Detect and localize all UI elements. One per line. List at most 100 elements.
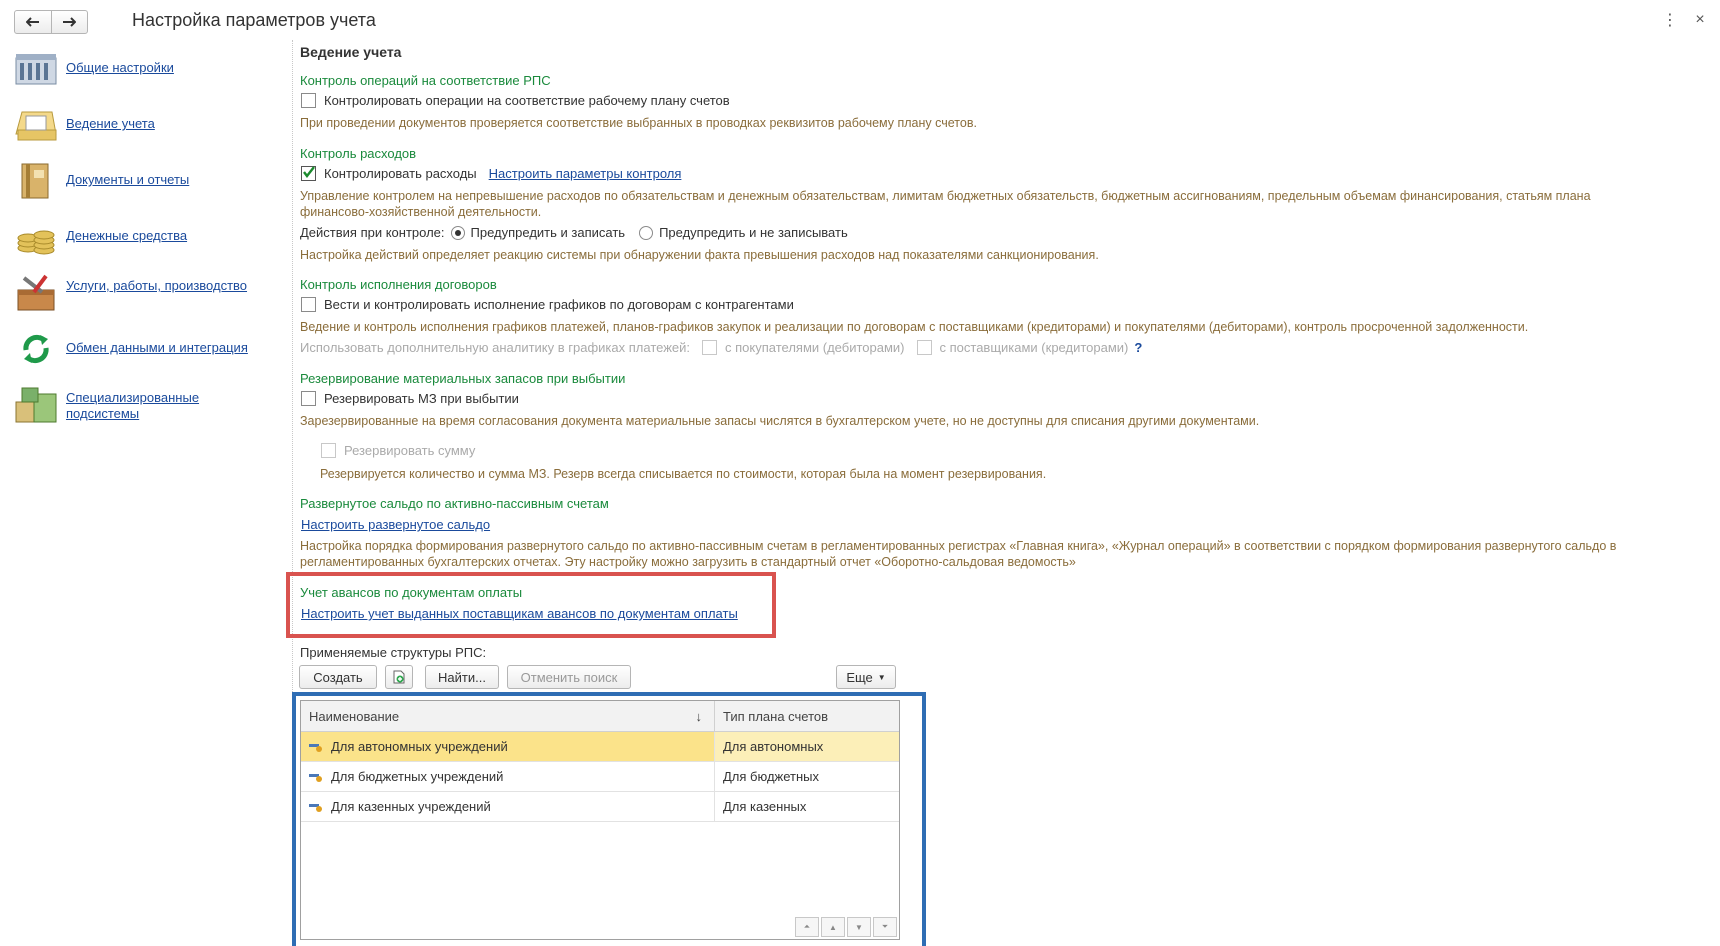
sidebar-item-money[interactable]: Денежные средства: [12, 216, 266, 258]
sync-icon: [23, 334, 49, 364]
sidebar-item-label[interactable]: Услуги, работы, производство: [66, 278, 266, 294]
column-label: Наименование: [309, 708, 400, 724]
catalog-item-icon: [309, 743, 322, 752]
sidebar-item-label[interactable]: Общие настройки: [66, 60, 266, 76]
scroll-down-icon[interactable]: ▼: [847, 917, 871, 937]
group-title-expenses: Контроль расходов: [300, 146, 417, 161]
chevron-down-icon: ▼: [877, 672, 886, 682]
group-title-rps: Контроль операций на соответствие РПС: [300, 73, 551, 88]
reserve-sum-row[interactable]: Резервировать сумму: [321, 443, 475, 458]
contract-control-checkbox-row[interactable]: Вести и контролировать исполнение график…: [301, 297, 794, 312]
sort-icon: ↓: [695, 708, 703, 724]
reserve-checkbox[interactable]: [301, 391, 316, 406]
expense-control-checkbox[interactable]: [301, 166, 316, 181]
contract-control-checkbox[interactable]: [301, 297, 316, 312]
cell-name: Для автономных учреждений: [301, 732, 715, 761]
red-highlight-box: [286, 572, 776, 638]
catalog-item-icon: [309, 803, 322, 812]
sidebar-item-label[interactable]: Специализированные подсистемы: [66, 390, 266, 422]
buyers-checkbox[interactable]: [702, 340, 718, 355]
building-icon: [15, 54, 57, 85]
reserve-checkbox-row[interactable]: Резервировать МЗ при выбытии: [301, 391, 519, 406]
checkbox-label: Резервировать сумму: [344, 443, 476, 458]
table-row[interactable]: Для автономных учреждений Для автономных: [301, 732, 899, 762]
sidebar-item-services[interactable]: Услуги, работы, производство: [12, 272, 266, 314]
configure-control-link[interactable]: Настроить параметры контроля: [489, 166, 682, 181]
more-vertical-icon[interactable]: ⋮: [1660, 10, 1680, 30]
table-row[interactable]: Для казенных учреждений Для казенных: [301, 792, 899, 822]
boxes-icon: [15, 387, 57, 423]
radio-label[interactable]: Предупредить и не записывать: [659, 225, 848, 240]
structures-label: Применяемые структуры РПС:: [300, 645, 487, 660]
scroll-up-icon[interactable]: ▲: [821, 917, 845, 937]
cell-type: Для казенных: [723, 799, 807, 814]
table-row[interactable]: Для бюджетных учреждений Для бюджетных: [301, 762, 899, 792]
create-button[interactable]: Создать: [299, 665, 377, 689]
column-label: Тип плана счетов: [723, 708, 829, 724]
sidebar-item-general[interactable]: Общие настройки: [12, 48, 266, 90]
section-heading: Ведение учета: [300, 44, 402, 60]
cell-text: Для автономных учреждений: [331, 739, 508, 754]
actions-label: Действия при контроле:: [300, 225, 445, 240]
add-document-icon: [393, 670, 405, 684]
cell-name: Для бюджетных учреждений: [301, 762, 715, 791]
cell-type: Для автономных: [715, 732, 899, 761]
group-title-reserve: Резервирование материальных запасов при …: [300, 371, 626, 386]
window-title: Настройка параметров учета: [132, 10, 376, 30]
coins-icon: [17, 230, 55, 255]
book-icon: [21, 163, 49, 199]
sidebar-item-accounting[interactable]: Ведение учета: [12, 104, 266, 146]
radio-label[interactable]: Предупредить и записать: [471, 225, 626, 240]
group-title-contracts: Контроль исполнения договоров: [300, 277, 497, 292]
reserve-sum-checkbox[interactable]: [321, 443, 336, 458]
help-icon[interactable]: ?: [1134, 340, 1142, 355]
sidebar-item-label[interactable]: Ведение учета: [66, 116, 266, 132]
toolbox-icon: [17, 274, 55, 311]
checkmark-icon: [303, 166, 315, 178]
checkbox-label: Вести и контролировать исполнение график…: [324, 297, 794, 312]
arrow-left-icon[interactable]: [15, 11, 51, 33]
cell-text: Для бюджетных учреждений: [331, 769, 504, 784]
cell-name: Для казенных учреждений: [301, 792, 715, 821]
sidebar-item-label[interactable]: Документы и отчеты: [66, 172, 266, 188]
hint-text: Резервируется количество и сумма МЗ. Рез…: [320, 467, 1047, 481]
configure-advances-link[interactable]: Настроить учет выданных поставщикам аван…: [301, 606, 738, 621]
radio-warn-and-save[interactable]: [450, 225, 465, 240]
rps-control-checkbox-row[interactable]: Контролировать операции на соответствие …: [301, 93, 730, 108]
hint-text: Управление контролем на непревышение рас…: [300, 189, 1591, 219]
suppliers-checkbox[interactable]: [916, 340, 932, 355]
column-header-name[interactable]: Наименование ↓: [301, 701, 715, 731]
scroll-top-icon[interactable]: ⏶: [795, 917, 819, 937]
hint-text: Зарезервированные на время согласования …: [300, 414, 1260, 428]
sidebar-item-documents[interactable]: Документы и отчеты: [12, 160, 266, 202]
more-button[interactable]: Еще ▼: [836, 665, 896, 689]
table-header: Наименование ↓ Тип плана счетов: [301, 701, 899, 732]
arrow-right-icon[interactable]: [50, 11, 88, 33]
find-button[interactable]: Найти...: [425, 665, 499, 689]
catalog-item-icon: [309, 773, 322, 782]
cancel-search-button[interactable]: Отменить поиск: [507, 665, 631, 689]
column-header-type[interactable]: Тип плана счетов: [715, 701, 899, 731]
sidebar-item-label[interactable]: Обмен данными и интеграция: [66, 340, 266, 356]
hint-text: Настройка действий определяет реакцию си…: [300, 248, 1099, 262]
radio-warn-no-save[interactable]: [639, 225, 654, 240]
hint-text: Ведение и контроль исполнения графиков п…: [300, 320, 1529, 334]
sidebar-item-subsystems[interactable]: Специализированные подсистемы: [12, 384, 266, 426]
scroll-bottom-icon[interactable]: ⏷: [873, 917, 897, 937]
table-scroll-buttons: ⏶ ▲ ▼ ⏷: [793, 917, 897, 937]
sidebar-item-exchange[interactable]: Обмен данными и интеграция: [12, 328, 266, 370]
checkbox-label: Резервировать МЗ при выбытии: [324, 391, 519, 406]
extra-analytics-row: Использовать дополнительную аналитику в …: [300, 340, 1142, 355]
expense-control-checkbox-row[interactable]: Контролировать расходы Настроить парамет…: [301, 166, 681, 181]
structures-table: Наименование ↓ Тип плана счетов Для авто…: [300, 700, 900, 940]
cell-type: Для бюджетных: [723, 769, 820, 784]
checkbox-label: Контролировать операции на соответствие …: [324, 93, 730, 108]
rps-control-checkbox[interactable]: [301, 93, 316, 108]
configure-saldo-link[interactable]: Настроить развернутое сальдо: [301, 517, 490, 532]
extra-analytics-label: Использовать дополнительную аналитику в …: [300, 340, 691, 355]
cell-text: Для казенных учреждений: [331, 799, 491, 814]
sidebar-item-label[interactable]: Денежные средства: [66, 228, 266, 244]
checkbox-label: с покупателями (дебиторами): [725, 340, 905, 355]
close-icon[interactable]: ×: [1690, 10, 1710, 30]
add-document-button[interactable]: [385, 665, 413, 689]
